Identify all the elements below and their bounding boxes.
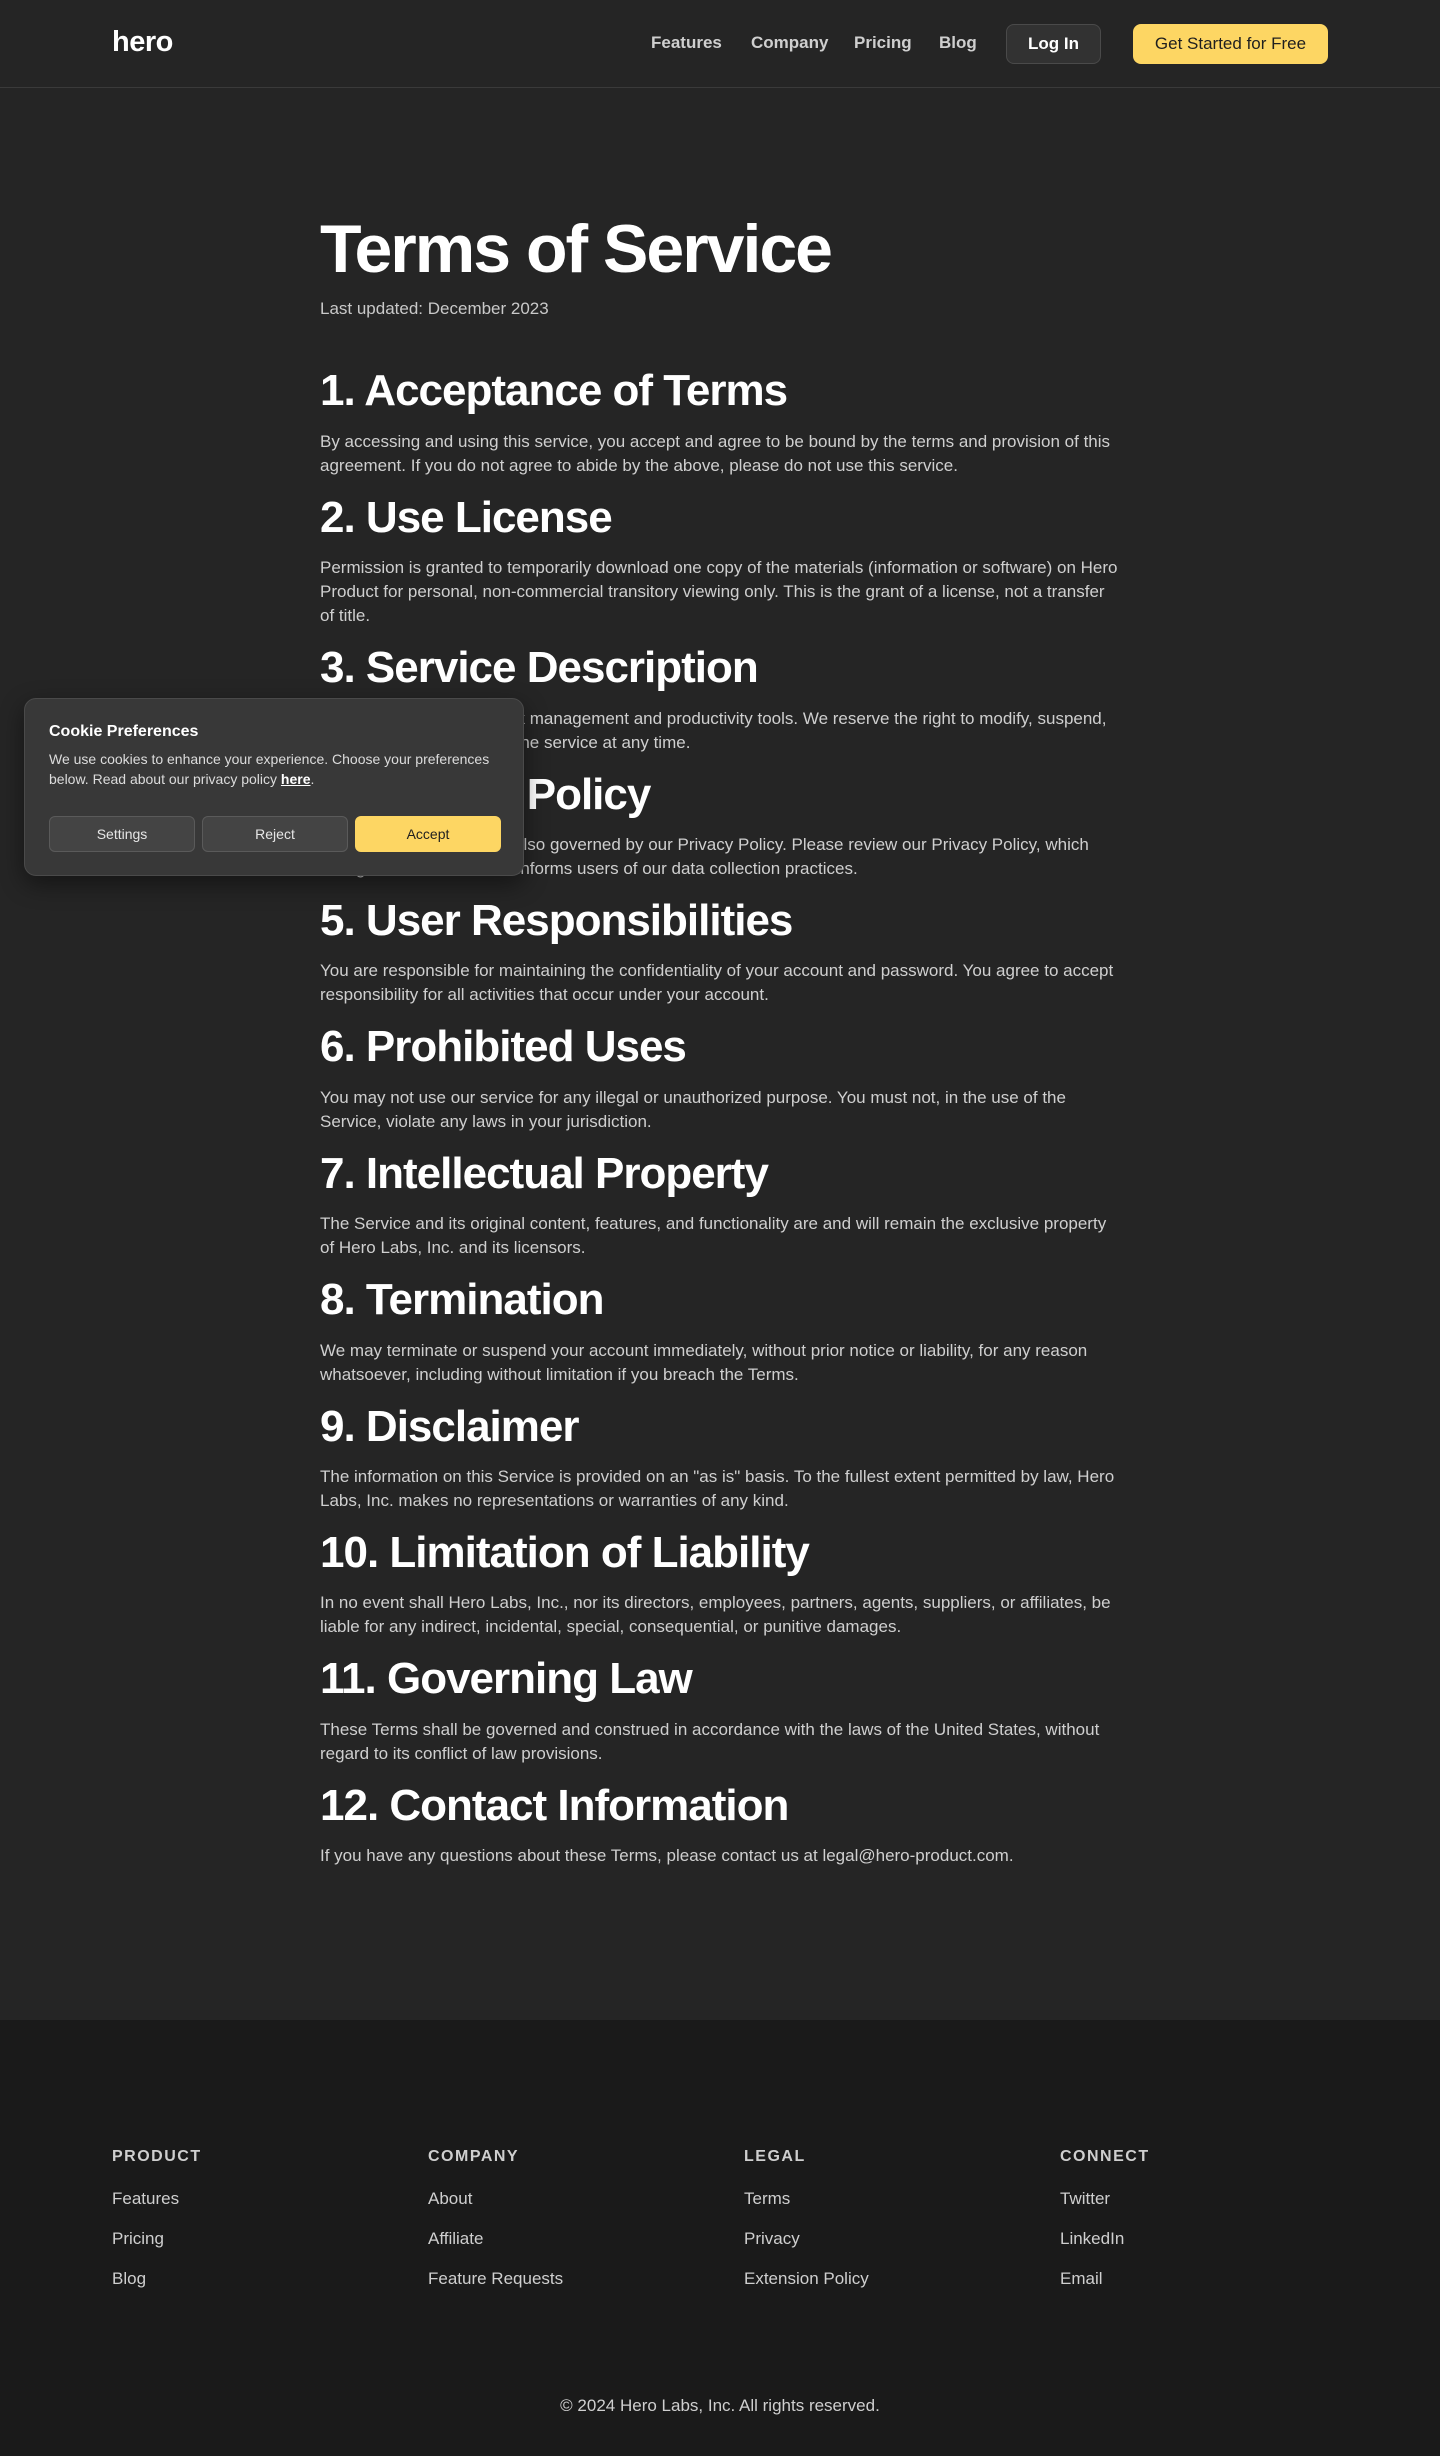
footer-link-about[interactable]: About <box>428 2188 563 2210</box>
copyright: © 2024 Hero Labs, Inc. All rights reserv… <box>560 2396 880 2415</box>
section-heading: 7. Intellectual Property <box>320 1148 769 1198</box>
section-body: You are responsible for maintaining the … <box>320 961 1114 1005</box>
footer-heading: CONNECT <box>1060 2148 1150 2165</box>
footer-link-pricing[interactable]: Pricing <box>112 2228 202 2250</box>
section-body: The information on this Service is provi… <box>320 1466 1115 1510</box>
section-heading: 3. Service Description <box>320 643 759 693</box>
cookie-period: . <box>310 771 315 787</box>
section-body: You may not use our service for any ille… <box>320 1087 1066 1131</box>
nav-link-company[interactable]: Company <box>751 33 828 53</box>
section-body: In no event shall Hero Labs, Inc., nor i… <box>320 1593 1111 1637</box>
footer-link-affiliate[interactable]: Affiliate <box>428 2228 563 2250</box>
footer-link-linkedin[interactable]: LinkedIn <box>1060 2228 1150 2250</box>
footer-heading: LEGAL <box>744 2148 806 2165</box>
terms-section: 11. Governing Law These Terms shall be go… <box>320 1654 1120 1765</box>
terms-section: 6. Prohibited Uses You may not use our se… <box>320 1022 1120 1133</box>
section-heading: 12. Contact Information <box>320 1780 789 1830</box>
footer-column-company: COMPANY About Affiliate Feature Requests <box>428 2148 563 2290</box>
cookie-reject-button[interactable]: Reject <box>202 816 348 852</box>
section-body: Permission is granted to temporarily dow… <box>320 558 1118 626</box>
cookie-preferences-dialog: Cookie Preferences We use cookies to enh… <box>24 698 524 876</box>
nav-link-pricing[interactable]: Pricing <box>854 33 912 53</box>
footer-column-connect: CONNECT Twitter LinkedIn Email <box>1060 2148 1150 2290</box>
footer-link-blog[interactable]: Blog <box>112 2268 202 2290</box>
footer-link-email[interactable]: Email <box>1060 2268 1150 2290</box>
cookie-title: Cookie Preferences <box>49 723 199 740</box>
footer-link-extension-policy[interactable]: Extension Policy <box>744 2268 869 2290</box>
page-title: Terms of Service <box>320 211 833 287</box>
last-updated: Last updated: December 2023 <box>320 299 549 319</box>
terms-section: 12. Contact Information If you have any q… <box>320 1780 1120 1868</box>
logo[interactable]: hero <box>112 26 173 59</box>
section-heading: 1. Acceptance of Terms <box>320 366 788 416</box>
section-heading: 6. Prohibited Uses <box>320 1022 687 1072</box>
terms-section: 7. Intellectual Property The Service and … <box>320 1148 1120 1260</box>
footer-heading: PRODUCT <box>112 2148 202 2165</box>
section-body: If you have any questions about these Te… <box>320 1846 1014 1866</box>
site-footer: PRODUCT Features Pricing Blog COMPANY Ab… <box>0 2020 1440 2456</box>
section-heading: 9. Disclaimer <box>320 1401 580 1451</box>
section-body: By accessing and using this service, you… <box>320 431 1111 475</box>
footer-heading: COMPANY <box>428 2148 520 2165</box>
section-body: We may terminate or suspend your account… <box>320 1340 1088 1384</box>
footer-link-terms[interactable]: Terms <box>744 2188 869 2210</box>
footer-column-legal: LEGAL Terms Privacy Extension Policy <box>744 2148 869 2290</box>
footer-column-product: PRODUCT Features Pricing Blog <box>112 2148 202 2290</box>
footer-link-privacy[interactable]: Privacy <box>744 2228 869 2250</box>
cookie-description: We use cookies to enhance your experienc… <box>49 749 499 789</box>
nav-link-features[interactable]: Features <box>651 33 722 53</box>
terms-section: 9. Disclaimer The information on this Ser… <box>320 1401 1120 1513</box>
privacy-policy-link[interactable]: here <box>281 771 311 787</box>
cookie-text: We use cookies to enhance your experienc… <box>49 751 490 787</box>
terms-section: 8. Termination We may terminate or suspen… <box>320 1275 1120 1386</box>
footer-link-features[interactable]: Features <box>112 2188 202 2210</box>
terms-section: 10. Limitation of Liability In no event s… <box>320 1527 1120 1639</box>
terms-sections: 1. Acceptance of Terms By accessing and u… <box>320 366 1120 1868</box>
section-body: These Terms shall be governed and constr… <box>320 1719 1100 1763</box>
login-button[interactable]: Log In <box>1006 24 1101 64</box>
get-started-button[interactable]: Get Started for Free <box>1133 24 1328 64</box>
terms-section: 1. Acceptance of Terms By accessing and u… <box>320 366 1120 477</box>
footer-link-twitter[interactable]: Twitter <box>1060 2188 1150 2210</box>
section-heading: 10. Limitation of Liability <box>320 1527 810 1577</box>
nav-link-blog[interactable]: Blog <box>939 33 977 53</box>
terms-section: 2. Use License Permission is granted to t… <box>320 492 1120 628</box>
section-heading: 11. Governing Law <box>320 1654 693 1704</box>
terms-section: 5. User Responsibilities You are responsi… <box>320 895 1120 1007</box>
section-heading: 5. User Responsibilities <box>320 895 793 945</box>
section-heading: 8. Termination <box>320 1275 604 1325</box>
footer-link-feature-requests[interactable]: Feature Requests <box>428 2268 563 2290</box>
site-header: hero Features Company Pricing Blog Log I… <box>0 0 1440 88</box>
section-heading: 2. Use License <box>320 492 613 542</box>
terms-content: Terms of Service Last updated: December … <box>320 200 1120 1868</box>
section-body: The Service and its original content, fe… <box>320 1214 1107 1258</box>
cookie-settings-button[interactable]: Settings <box>49 816 195 852</box>
cookie-accept-button[interactable]: Accept <box>355 816 501 852</box>
